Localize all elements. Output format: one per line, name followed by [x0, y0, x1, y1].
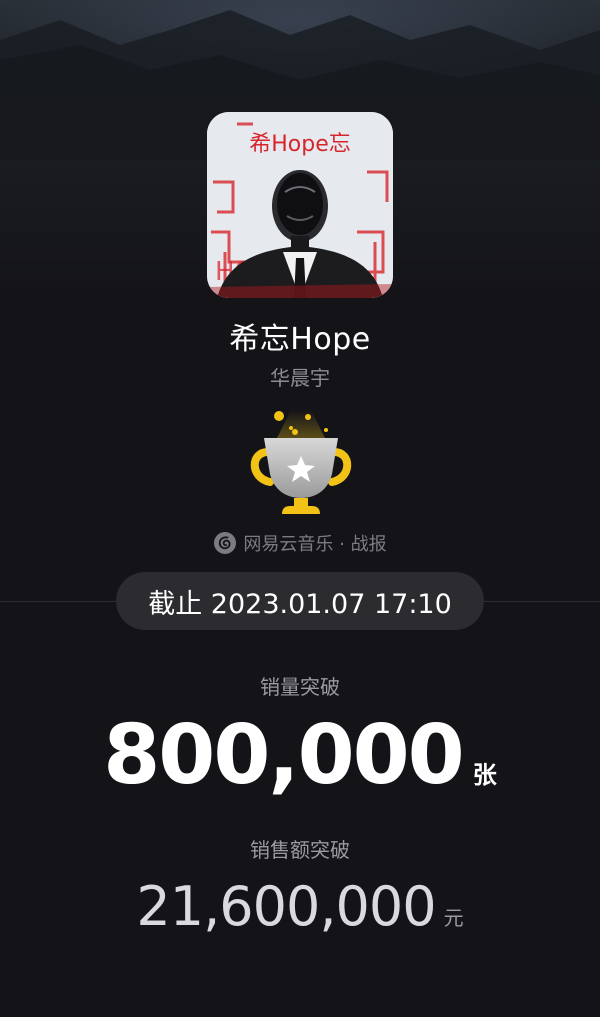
album-title: 希忘Hope: [229, 322, 371, 357]
netease-cloud-music-icon: [214, 532, 237, 554]
album-cover[interactable]: HOPE 希Hope忘: [207, 112, 393, 298]
date-text: 截止 2023.01.07 17:10: [148, 588, 452, 620]
revenue-figure: 21,600,000 元: [0, 875, 600, 938]
trophy-icon: [250, 410, 352, 514]
revenue-unit: 元: [443, 906, 464, 930]
sales-label: 销量突破: [260, 675, 340, 699]
sales-unit: 张: [472, 761, 497, 789]
source-line: 网易云音乐 · 战报: [0, 530, 600, 556]
source-text: 网易云音乐 · 战报: [243, 534, 387, 555]
artist-name[interactable]: 华晨宇: [0, 362, 600, 391]
revenue-value: 21,600,000: [136, 875, 436, 938]
sales-figure: 800,000 张: [0, 708, 600, 803]
date-badge: 截止 2023.01.07 17:10: [116, 572, 484, 630]
revenue-label: 销售额突破: [250, 838, 350, 862]
cover-title-text: 希Hope忘: [249, 132, 351, 157]
sales-value: 800,000: [103, 708, 464, 803]
